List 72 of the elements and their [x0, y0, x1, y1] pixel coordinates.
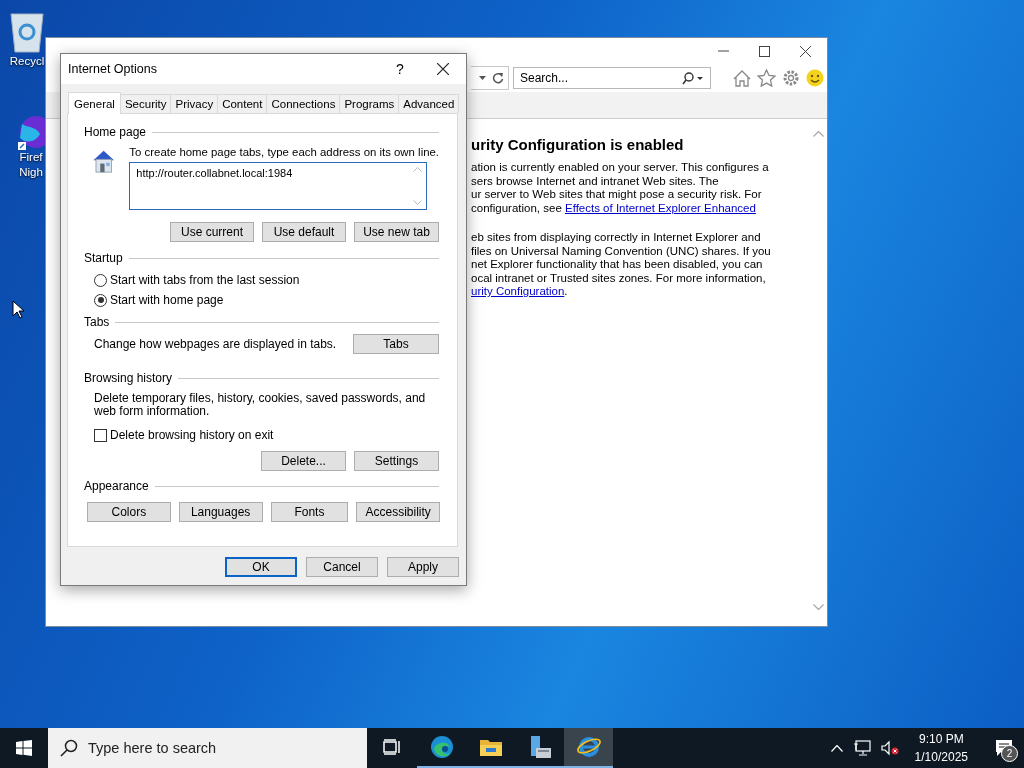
group-heading: Browsing history — [84, 371, 173, 385]
search-field[interactable]: Search... — [513, 67, 711, 89]
text-line: eb sites from displaying correctly in Internet Explorer and — [471, 231, 762, 245]
dialog-button[interactable]: Tabs — [353, 334, 439, 354]
cursor-icon — [12, 300, 24, 319]
group-heading: Tabs — [84, 315, 110, 329]
dialog-button[interactable]: Accessibility — [356, 502, 440, 522]
close-icon[interactable] — [800, 45, 811, 57]
description-text: Change how webpages are displayed in tabs. — [94, 337, 337, 351]
chevron-up-icon[interactable] — [830, 744, 843, 752]
text-line: sers browse Internet and intranet Web sites. The — [471, 174, 720, 188]
settings-icon[interactable] — [782, 69, 800, 87]
dialog-button[interactable]: Apply — [387, 557, 459, 577]
text-line: net Explorer functionality that has been disabled, you can — [471, 258, 764, 272]
dialog-button[interactable]: OK — [225, 557, 297, 577]
text-line: configuration, see Effects of Internet Explorer Enhanced — [471, 201, 757, 215]
swirl-icon — [429, 735, 454, 759]
dialog-button[interactable]: Use default — [262, 222, 346, 242]
star-icon[interactable] — [757, 69, 776, 87]
notifications-button[interactable]: 2 — [984, 728, 1024, 768]
notification-count: 2 — [1001, 745, 1018, 762]
network-icon[interactable] — [852, 740, 871, 756]
desktop-icon-label[interactable]: Recycl — [9, 54, 45, 69]
radio-label[interactable]: Start with home page — [110, 293, 224, 307]
dialog-button[interactable]: Colors — [87, 502, 171, 522]
taskbar-search-field[interactable]: Type here to search — [48, 728, 367, 768]
checkbox-label[interactable]: Delete browsing history on exit — [110, 428, 274, 442]
taskbar-app[interactable] — [564, 728, 613, 768]
dialog-button[interactable]: Languages — [178, 502, 263, 522]
checkbox[interactable] — [94, 428, 107, 442]
help-button[interactable]: ? — [380, 61, 420, 77]
search-icon[interactable] — [682, 71, 704, 85]
text-line: files on Universal Naming Convention (UNC) shares. If you — [471, 244, 772, 258]
dialog-button[interactable]: Delete... — [261, 451, 346, 471]
smiley-icon[interactable] — [806, 69, 824, 87]
muted-speaker-icon[interactable] — [880, 740, 899, 756]
group-heading: Appearance — [84, 479, 149, 493]
text-line: urity Configuration. — [471, 285, 569, 299]
text-line: ocal intranet or Trusted sites zones. For more information, — [471, 271, 767, 285]
text-line: ation is currently enabled on your server. This configures a — [471, 161, 770, 175]
home-icon[interactable] — [733, 69, 751, 87]
tab[interactable]: Privacy — [170, 94, 219, 113]
globe-ring-icon — [575, 735, 602, 759]
text-line: ur server to Web sites that might pose a security risk. For — [471, 188, 763, 202]
desktop-icon-label[interactable]: Nigh — [19, 165, 43, 180]
dialog-button[interactable]: Use new tab — [354, 222, 439, 242]
dialog-title: Internet Options — [68, 62, 158, 76]
maximize-icon[interactable] — [759, 45, 770, 57]
group-heading: Startup — [84, 251, 123, 265]
group-heading: Home page — [84, 125, 147, 139]
caret-icon[interactable] — [479, 76, 486, 80]
refresh-icon[interactable] — [492, 72, 504, 84]
page-heading: urity Configuration is enabled — [471, 135, 685, 155]
close-icon[interactable] — [437, 63, 449, 75]
link[interactable]: Effects of Internet Explorer Enhanced — [565, 201, 756, 214]
desktop-icon-label[interactable]: Firef — [19, 150, 43, 165]
dialog-button[interactable]: Settings — [354, 451, 439, 471]
dialog-button[interactable]: Cancel — [306, 557, 378, 577]
dialog-button[interactable]: Fonts — [270, 502, 349, 522]
task-view-icon — [382, 739, 401, 755]
dialog-button[interactable]: Use current — [170, 222, 254, 242]
tab[interactable]: Advanced — [398, 94, 460, 113]
tab[interactable]: Security — [119, 94, 172, 113]
folder-icon — [478, 737, 503, 757]
search-icon — [60, 739, 78, 757]
clock[interactable]: 9:10 PM 1/10/2025 — [908, 730, 974, 766]
radio-label[interactable]: Start with tabs from the last session — [110, 273, 300, 287]
windows-logo-icon[interactable] — [16, 740, 32, 756]
tab[interactable]: General — [68, 92, 121, 114]
description-text: Delete temporary files, history, cookies, saved passwords, and web form information. — [93, 392, 427, 418]
hint-text: To create home page tabs, type each address on its own line. — [129, 146, 439, 158]
tab[interactable]: Programs — [339, 94, 400, 113]
